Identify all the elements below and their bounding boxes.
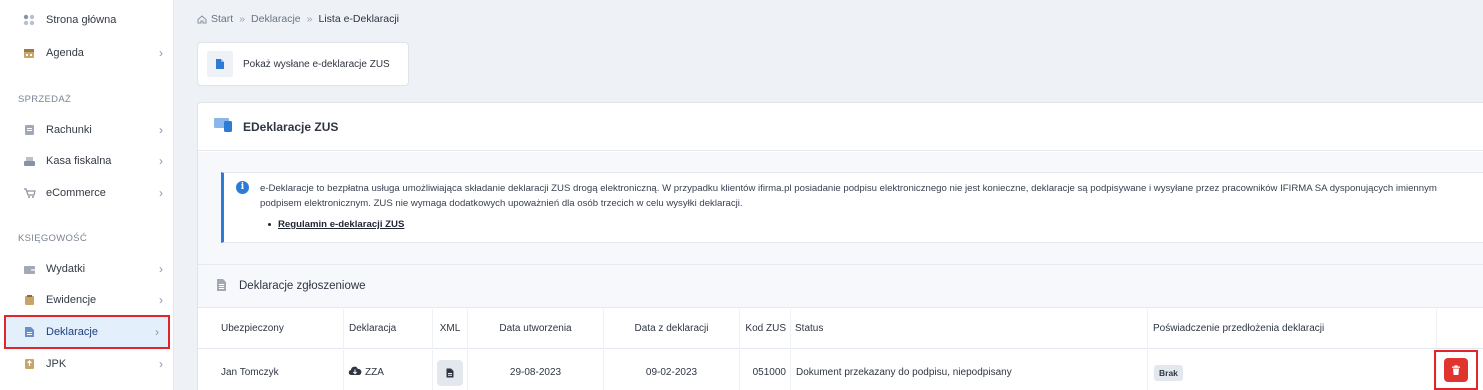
panel-title: EDeklaracje ZUS (243, 119, 339, 134)
column-header[interactable]: Poświadczenie przedłożenia deklaracji (1148, 309, 1437, 348)
breadcrumb-deklaracje[interactable]: Deklaracje (251, 13, 301, 25)
home-icon (197, 14, 207, 24)
wallet-icon (22, 262, 36, 276)
chevron-right-icon: › (159, 293, 163, 307)
chevron-right-icon: › (159, 262, 163, 276)
cell-status: Dokument przekazany do podpisu, niepodpi… (791, 350, 1148, 390)
file-icon (216, 278, 227, 295)
section-title: Deklaracje zgłoszeniowe (239, 280, 366, 292)
info-box: i e-Deklaracje to bezpłatna usługa umożl… (221, 172, 1483, 243)
chevron-right-icon: › (159, 123, 163, 137)
sidebar-section-sprzedaz: SPRZEDAŻ (18, 94, 72, 105)
sidebar-item-agenda[interactable]: Agenda › (0, 37, 172, 69)
regulamin-link-label[interactable]: Regulamin e-deklaracji ZUS (278, 219, 404, 230)
sidebar-item-wydatki[interactable]: Wydatki › (0, 253, 172, 285)
column-header[interactable]: XML (433, 309, 468, 348)
upload-file-icon (22, 357, 36, 371)
show-sent-zus-label: Pokaż wysłane e-deklaracje ZUS (243, 58, 390, 70)
section-header: Deklaracje zgłoszeniowe (198, 264, 1483, 308)
sidebar-item-strona-glowna[interactable]: Strona główna (0, 4, 172, 36)
column-header[interactable]: Data z deklaracji (604, 309, 740, 348)
sidebar-item-kasa-fiskalna[interactable]: Kasa fiskalna › (0, 145, 172, 177)
breadcrumb-separator: » (239, 13, 246, 25)
column-header[interactable]: Ubezpieczony (198, 309, 344, 348)
sidebar-item-label: Wydatki (46, 263, 86, 275)
show-sent-zus-button[interactable]: Pokaż wysłane e-deklaracje ZUS (197, 42, 409, 86)
sidebar-item-ecommerce[interactable]: eCommerce › (0, 177, 172, 209)
delete-highlight (1434, 350, 1478, 390)
cell-kod-zus: 051000 (740, 350, 791, 390)
table-row: Jan Tomczyk ZZA 29-08-2023 09-02-2023 05… (198, 350, 1483, 390)
cell-poswiadczenie: Brak (1148, 350, 1437, 390)
breadcrumb-separator: » (306, 13, 313, 25)
chevron-right-icon: › (159, 154, 163, 168)
chevron-right-icon: › (159, 46, 163, 60)
cart-icon (22, 186, 36, 200)
sidebar: Strona główna Agenda › SPRZEDAŻ Rachunki… (0, 0, 174, 390)
document-icon (22, 325, 36, 339)
cell-xml (433, 350, 468, 390)
sidebar-item-label: Deklaracje (46, 326, 98, 338)
clipboard-icon (22, 293, 36, 307)
cell-ubezpieczony: Jan Tomczyk (198, 350, 344, 390)
column-header[interactable]: Kod ZUS (740, 309, 791, 348)
sidebar-item-jpk[interactable]: JPK › (0, 348, 172, 380)
sidebar-item-ewidencje[interactable]: Ewidencje › (0, 284, 172, 316)
breadcrumb-start[interactable]: Start (211, 13, 233, 25)
document-icon (207, 51, 233, 77)
devices-icon (213, 117, 235, 136)
delete-button[interactable] (1444, 358, 1468, 382)
sidebar-item-label: Kasa fiskalna (46, 155, 112, 167)
sidebar-item-label: eCommerce (46, 187, 106, 199)
info-icon: i (236, 181, 249, 194)
panel-header: EDeklaracje ZUS (198, 103, 1483, 151)
breadcrumb-current: Lista e-Deklaracji (318, 13, 400, 25)
sidebar-item-label: Agenda (46, 47, 84, 59)
xml-download-button[interactable] (437, 359, 463, 386)
receipt-icon (22, 123, 36, 137)
sidebar-item-label: Rachunki (46, 124, 92, 136)
sidebar-item-label: JPK (46, 358, 67, 370)
chevron-right-icon: › (155, 325, 159, 339)
column-header[interactable]: Deklaracja (344, 309, 433, 348)
bullet-icon (268, 223, 271, 226)
cash-register-icon (22, 154, 36, 168)
chevron-right-icon: › (159, 186, 163, 200)
file-icon (446, 368, 454, 377)
table-header: Ubezpieczony Deklaracja XML Data utworze… (198, 309, 1483, 349)
deklaracja-label[interactable]: ZZA (365, 367, 384, 378)
trash-icon (1452, 364, 1460, 375)
cell-data-utworzenia: 29-08-2023 (468, 350, 604, 390)
chevron-right-icon: › (159, 357, 163, 371)
cloud-download-icon (348, 366, 362, 379)
column-header[interactable]: Data utworzenia (468, 309, 604, 348)
calendar-icon (22, 46, 36, 60)
edeklaracje-panel: EDeklaracje ZUS i e-Deklaracje to bezpła… (197, 102, 1483, 390)
breadcrumb: Start » Deklaracje » Lista e-Deklaracji (197, 13, 399, 25)
dashboard-icon (22, 13, 36, 27)
sidebar-item-deklaracje[interactable]: Deklaracje › (4, 315, 170, 349)
regulamin-link[interactable]: Regulamin e-deklaracji ZUS (268, 219, 404, 230)
sidebar-item-label: Strona główna (46, 14, 117, 26)
info-text: e-Deklaracje to bezpłatna usługa umożliw… (260, 183, 1437, 209)
cell-data-z-deklaracji: 09-02-2023 (604, 350, 740, 390)
sidebar-item-label: Ewidencje (46, 294, 97, 306)
cell-deklaracja[interactable]: ZZA (344, 350, 433, 390)
sidebar-item-rachunki[interactable]: Rachunki › (0, 114, 172, 146)
sidebar-section-ksiegowosc: KSIĘGOWOŚĆ (18, 233, 87, 244)
column-header[interactable]: Status (791, 309, 1148, 348)
status-badge: Brak (1154, 364, 1183, 381)
